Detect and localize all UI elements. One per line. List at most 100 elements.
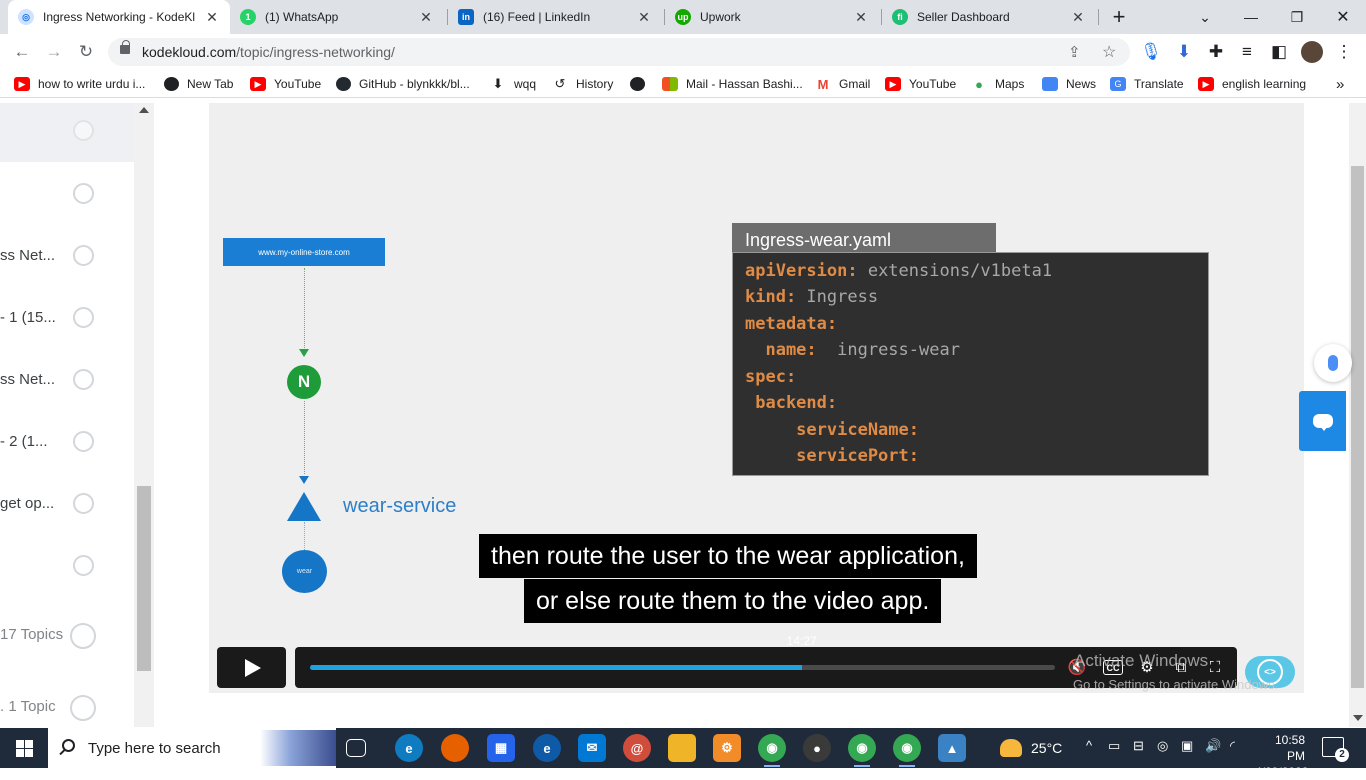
bookmark-item[interactable] — [630, 75, 653, 93]
wifi-icon[interactable]: ◜ — [1230, 738, 1235, 754]
search-icon — [62, 739, 75, 752]
sidebar-lesson-item[interactable]: . 1 Topic — [0, 692, 134, 722]
bookmark-item[interactable]: Mail - Hassan Bashi... — [662, 75, 803, 93]
bookmark-item[interactable]: ↺ History — [552, 75, 614, 93]
chrome-icon[interactable]: ◉ — [758, 734, 786, 767]
sidebar-scrollbar[interactable] — [134, 103, 154, 727]
tab-upwork[interactable]: up Upwork ✕ — [665, 0, 879, 34]
history-icon: ↺ — [554, 76, 566, 91]
download-extension-icon[interactable]: ⬇ — [1170, 38, 1198, 66]
bookmarks-overflow-button[interactable]: » — [1336, 75, 1344, 93]
edge-beta-icon[interactable]: e — [533, 734, 561, 762]
new-tab-button[interactable]: + — [1096, 0, 1142, 34]
voice-assistant-mic-icon[interactable] — [1314, 344, 1352, 382]
sidebar-topic-item[interactable]: get op... — [0, 489, 134, 519]
sidebar-topic-item[interactable] — [0, 179, 134, 209]
edge-icon[interactable]: e — [395, 734, 423, 762]
tab-title: Ingress Networking - KodeKl — [43, 10, 196, 24]
sidebar-topic-item[interactable] — [0, 551, 134, 581]
chrome-profile-icon[interactable]: ◉ — [848, 734, 876, 767]
battery-icon[interactable]: ▭ — [1108, 738, 1120, 754]
profile-avatar[interactable] — [1298, 38, 1326, 66]
volume-icon[interactable]: 🔊 — [1205, 738, 1221, 754]
sidebar-lesson-item[interactable]: 17 Topics — [0, 620, 134, 650]
restore-button[interactable]: ❐ — [1274, 0, 1320, 34]
mail-icon[interactable]: ✉ — [578, 734, 606, 762]
chrome-profile2-icon[interactable]: ◉ — [893, 734, 921, 767]
scroll-up-arrow-icon[interactable] — [139, 107, 149, 113]
chat-support-button[interactable] — [1299, 391, 1346, 451]
bookmark-star-icon[interactable]: ☆ — [1102, 42, 1116, 62]
page-scrollbar[interactable] — [1349, 103, 1366, 727]
scrollbar-thumb[interactable] — [1351, 166, 1364, 688]
bookmark-item[interactable]: ▶ YouTube — [885, 75, 956, 93]
sidebar-topic-item[interactable] — [0, 116, 134, 146]
microphone-extension-icon[interactable]: 🎙 — [1137, 38, 1165, 66]
play-button[interactable] — [217, 647, 286, 688]
store-icon[interactable]: ▦ — [487, 734, 515, 762]
scroll-down-arrow-icon[interactable] — [1353, 715, 1363, 721]
bookmark-item[interactable]: ⬇ wqq — [490, 75, 536, 93]
obs-icon[interactable]: ● — [803, 734, 831, 762]
forward-button[interactable]: → — [40, 38, 68, 66]
reload-button[interactable]: ↻ — [72, 38, 100, 66]
bookmark-item[interactable]: G Translate — [1110, 75, 1184, 93]
tab-whatsapp[interactable]: 1 (1) WhatsApp ✕ — [230, 0, 444, 34]
minimize-button[interactable]: — — [1228, 0, 1274, 34]
bookmark-item[interactable]: News — [1042, 75, 1096, 93]
bookmark-item[interactable]: GitHub - blynkkk/bl... — [336, 75, 470, 93]
activate-windows-watermark: Activate Windows — [1074, 651, 1209, 670]
sidebar-topic-item[interactable]: ss Net... — [0, 241, 134, 271]
topic-label: - 2 (1... — [0, 433, 48, 450]
taskbar-clock[interactable]: 10:58 PM 4/29/2023 — [1255, 732, 1308, 780]
video-player[interactable]: www.my-online-store.com N wear-service w… — [209, 103, 1304, 693]
tab-seller-dashboard[interactable]: fi Seller Dashboard ✕ — [882, 0, 1096, 34]
weather-widget[interactable]: 25°C — [1000, 739, 1062, 757]
tray-app-icon[interactable]: ▣ — [1181, 738, 1193, 754]
share-icon[interactable]: ⇪ — [1068, 43, 1081, 61]
tab-search-chevron-icon[interactable]: ⌄ — [1182, 0, 1228, 34]
sidebar-topic-item[interactable]: - 2 (1... — [0, 427, 134, 457]
sidebar-topic-item[interactable]: ss Net... — [0, 365, 134, 395]
close-icon[interactable]: ✕ — [204, 9, 220, 26]
address-bar[interactable]: kodekloud.com/topic/ingress-networking/ … — [108, 38, 1130, 66]
close-icon[interactable]: ✕ — [636, 9, 652, 26]
close-window-button[interactable]: ✕ — [1320, 0, 1366, 34]
close-icon[interactable]: ✕ — [418, 9, 434, 26]
bookmark-item[interactable]: ● Maps — [971, 75, 1024, 93]
youtube-icon: ▶ — [1198, 77, 1214, 91]
tab-ingress-networking[interactable]: ◎ Ingress Networking - KodeKl ✕ — [8, 0, 230, 34]
arrow-down-icon — [299, 476, 309, 484]
snail-icon[interactable]: @ — [623, 734, 651, 762]
firefox-icon[interactable] — [441, 734, 469, 762]
extensions-puzzle-icon[interactable]: ✚ — [1202, 38, 1230, 66]
reading-list-icon[interactable]: ≡ — [1233, 38, 1261, 66]
bookmark-item[interactable]: ▶ english learning — [1198, 75, 1306, 93]
side-panel-icon[interactable]: ◧ — [1265, 38, 1293, 66]
bookmark-item[interactable]: ▶ how to write urdu i... — [14, 75, 145, 93]
bookmark-item[interactable]: M Gmail — [815, 75, 871, 93]
meet-icon[interactable]: ◎ — [1157, 738, 1168, 754]
sidebar-topic-item[interactable]: - 1 (15... — [0, 303, 134, 333]
photos-icon[interactable]: ▲ — [938, 734, 966, 762]
settings-app-icon[interactable]: ⚙ — [713, 734, 741, 762]
taskbar-search-box[interactable]: Type here to search — [48, 728, 336, 768]
bookmark-item[interactable]: ▶ YouTube — [250, 75, 321, 93]
scrollbar-thumb[interactable] — [137, 486, 151, 671]
close-icon[interactable]: ✕ — [1070, 9, 1086, 26]
task-view-icon[interactable] — [346, 739, 366, 757]
file-explorer-icon[interactable] — [668, 734, 696, 762]
start-button[interactable] — [0, 728, 48, 768]
progress-bar[interactable] — [310, 665, 1055, 670]
close-icon[interactable]: ✕ — [853, 9, 869, 26]
bookmark-item[interactable]: New Tab — [164, 75, 233, 93]
notification-center-icon[interactable]: 2 — [1322, 737, 1349, 762]
back-button[interactable]: ← — [8, 38, 36, 66]
download-icon: ⬇ — [492, 76, 504, 91]
topic-status-circle — [73, 431, 94, 452]
network-icon[interactable]: ⊟ — [1133, 738, 1144, 754]
tray-overflow-icon[interactable]: ^ — [1086, 738, 1092, 753]
tab-linkedin[interactable]: in (16) Feed | LinkedIn ✕ — [448, 0, 662, 34]
tab-title: Upwork — [700, 10, 741, 24]
menu-kebab-icon[interactable]: ⋮ — [1330, 38, 1358, 66]
